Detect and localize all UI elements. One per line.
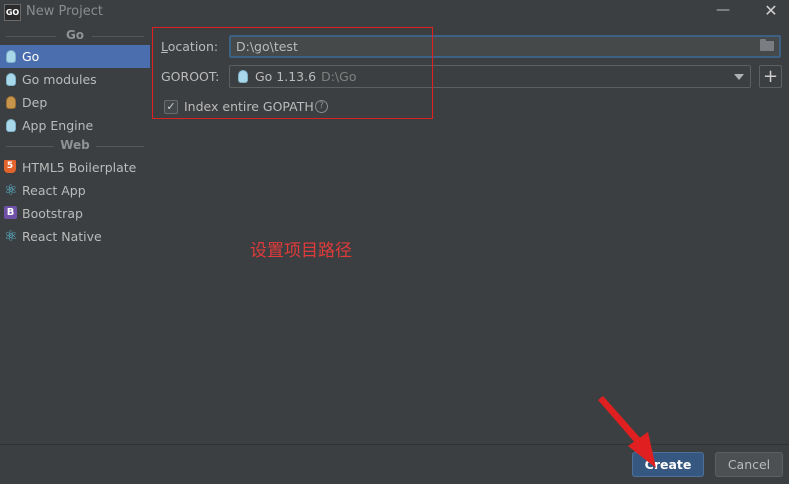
title-bar: GO New Project — ✕ bbox=[0, 0, 789, 25]
chevron-down-icon[interactable] bbox=[734, 74, 744, 80]
cancel-button[interactable]: Cancel bbox=[715, 452, 783, 477]
sidebar-item-html5-boilerplate[interactable]: 5 HTML5 Boilerplate bbox=[0, 156, 150, 179]
close-icon[interactable]: ✕ bbox=[763, 2, 779, 20]
sidebar-item-react-app[interactable]: ⚛ React App bbox=[0, 179, 150, 202]
create-button[interactable]: Create bbox=[632, 452, 704, 477]
window-title: New Project bbox=[26, 4, 103, 19]
react-icon: ⚛ bbox=[4, 181, 18, 199]
project-type-sidebar: Go Go Go modules Dep App Engine Web 5 HT… bbox=[0, 25, 150, 444]
sidebar-item-dep[interactable]: Dep bbox=[0, 91, 150, 114]
bootstrap-icon: B bbox=[4, 206, 18, 221]
folder-browse-icon[interactable] bbox=[760, 39, 774, 51]
sidebar-item-go[interactable]: Go bbox=[0, 45, 150, 68]
add-sdk-button[interactable]: + bbox=[759, 65, 782, 88]
sidebar-item-react-native[interactable]: ⚛ React Native bbox=[0, 225, 150, 248]
gopher-icon bbox=[4, 49, 18, 64]
html5-icon: 5 bbox=[4, 160, 18, 175]
group-header-go: Go bbox=[0, 27, 150, 45]
sidebar-item-app-engine[interactable]: App Engine bbox=[0, 114, 150, 137]
sidebar-item-go-modules[interactable]: Go modules bbox=[0, 68, 150, 91]
group-header-web: Web bbox=[0, 137, 150, 155]
annotation-text: 设置项目路径 bbox=[250, 241, 352, 261]
gopher-icon bbox=[4, 72, 18, 87]
goland-app-icon: GO bbox=[4, 4, 21, 21]
react-icon: ⚛ bbox=[4, 227, 18, 245]
sidebar-item-bootstrap[interactable]: B Bootstrap bbox=[0, 202, 150, 225]
minimize-icon[interactable]: — bbox=[716, 3, 730, 19]
dep-gopher-icon bbox=[4, 95, 18, 110]
highlight-box bbox=[152, 27, 433, 119]
app-engine-icon bbox=[4, 118, 18, 133]
